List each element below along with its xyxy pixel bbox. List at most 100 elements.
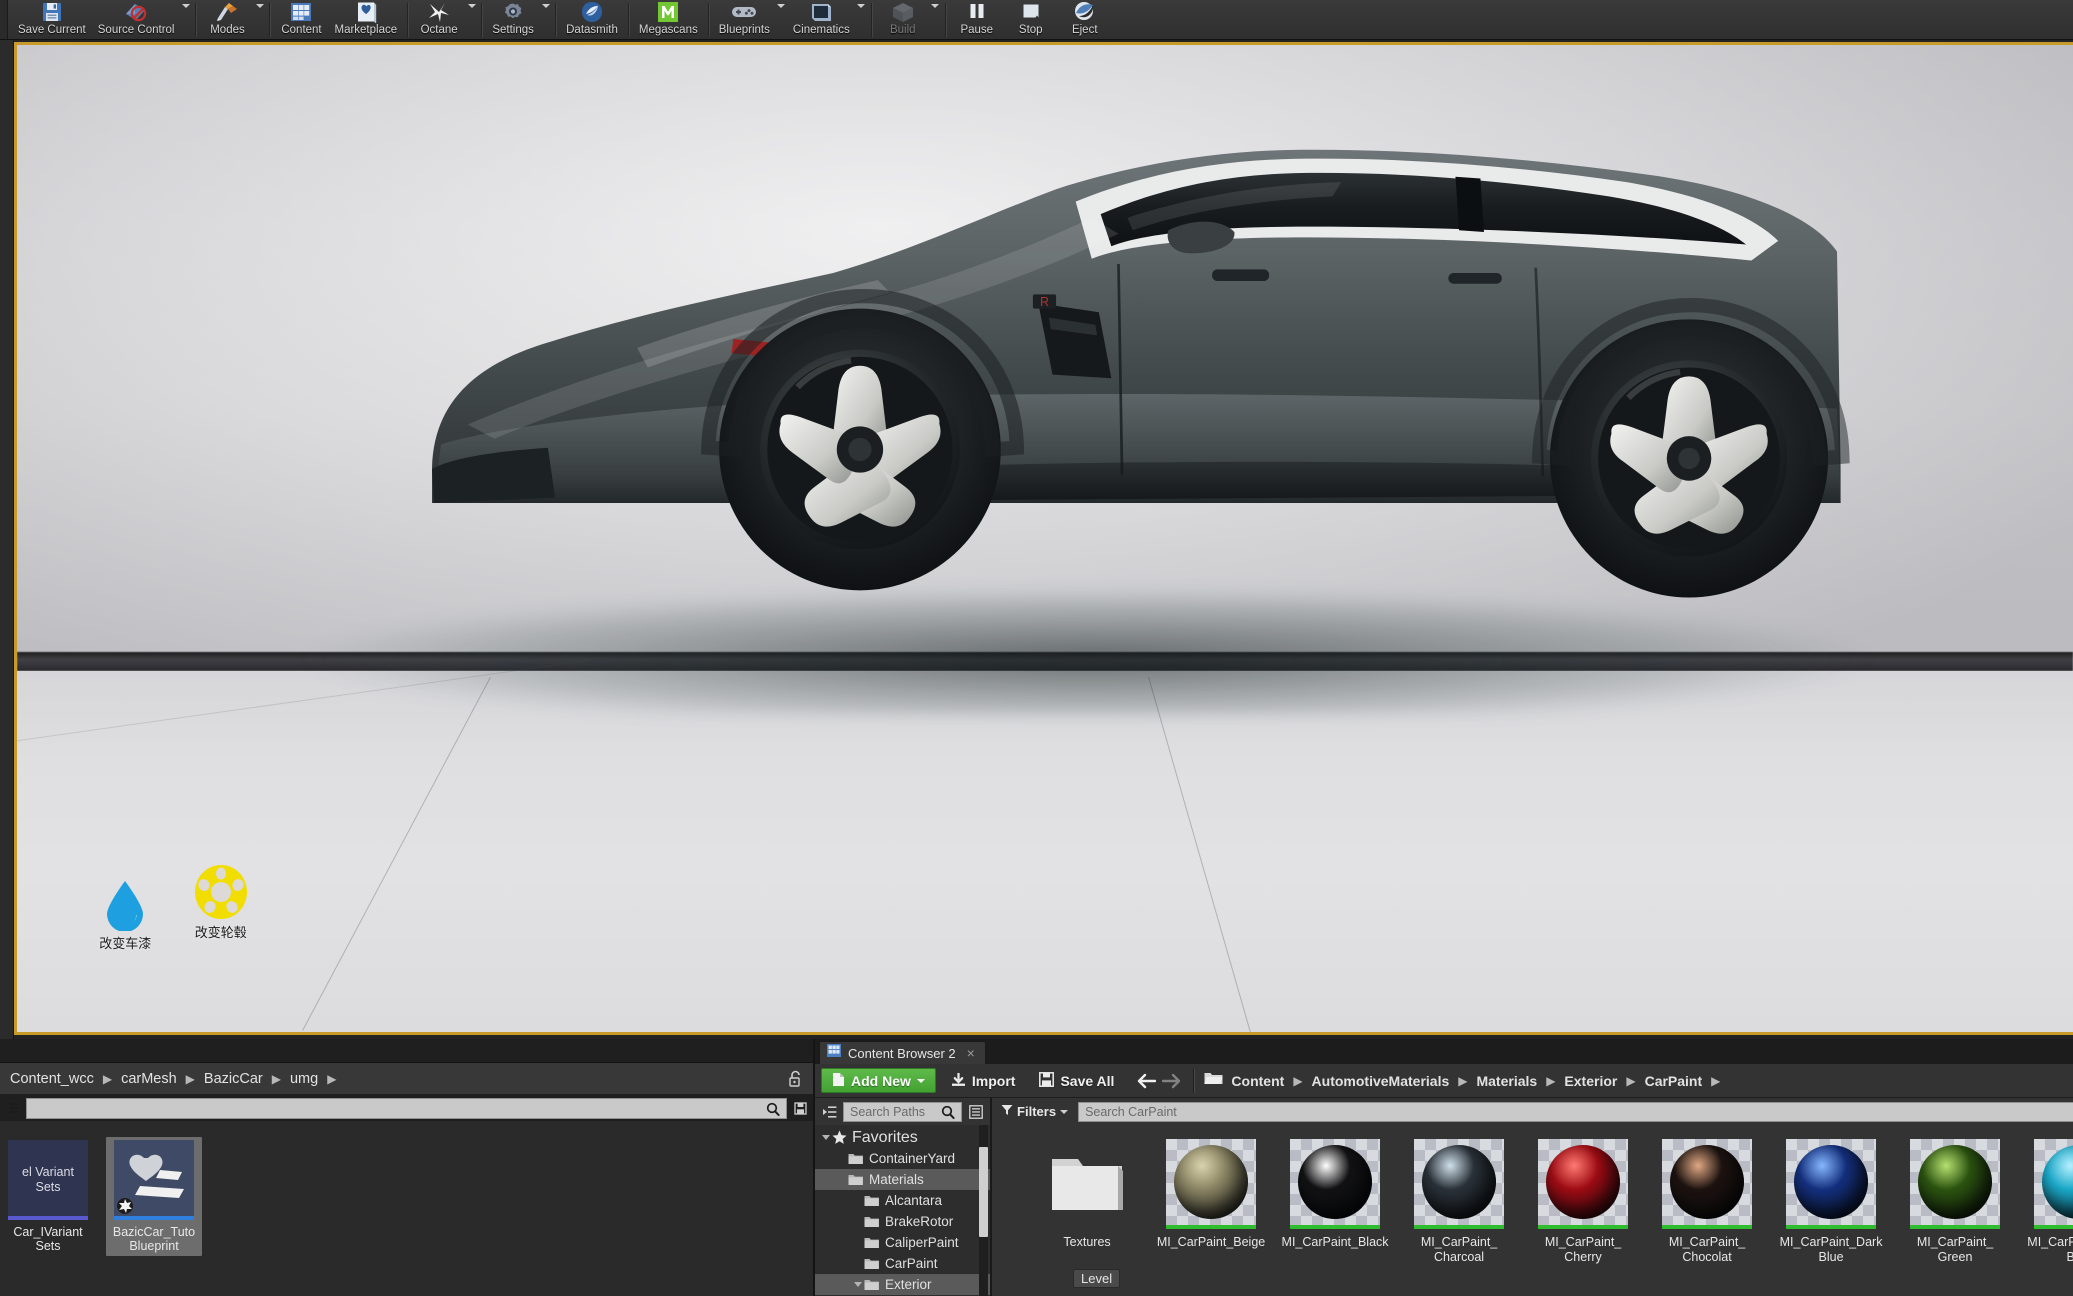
- toolbar-dropdown-octane[interactable]: [466, 0, 477, 38]
- material-tile[interactable]: MI_CarPaint_ Cherry: [1528, 1139, 1638, 1265]
- asset-search-input[interactable]: [1085, 1104, 2073, 1119]
- asset-type-bar: [8, 1216, 88, 1220]
- breadcrumb-item[interactable]: AutomotiveMaterials: [1312, 1073, 1450, 1089]
- breadcrumb-item[interactable]: Content: [1231, 1073, 1284, 1089]
- toolbar-button-stop[interactable]: Stop: [1004, 0, 1058, 38]
- toolbar-button-settings[interactable]: Settings: [486, 0, 540, 38]
- filters-button[interactable]: Filters: [997, 1102, 1072, 1121]
- sources-toggle-icon[interactable]: [3, 1098, 23, 1119]
- tree-item-favorites[interactable]: Favorites: [815, 1127, 990, 1148]
- material-thumbnail: [1910, 1139, 2001, 1229]
- breadcrumb-item[interactable]: BazicCar: [204, 1071, 263, 1087]
- toolbar-separator: [944, 3, 946, 37]
- toolbar-dropdown-build[interactable]: [930, 0, 941, 38]
- toolbar-dropdown-settings[interactable]: [540, 0, 551, 38]
- tree-item-containeryard[interactable]: ContainerYard: [815, 1148, 990, 1169]
- toolbar-button-marketplace[interactable]: Marketplace: [328, 0, 403, 38]
- import-button[interactable]: Import: [942, 1068, 1025, 1094]
- breadcrumb-item[interactable]: Materials: [1476, 1073, 1537, 1089]
- material-tile[interactable]: MI_CarPaint_ Charcoal: [1404, 1139, 1514, 1265]
- content-browser-2-breadcrumb: Content ▶ AutomotiveMaterials ▶ Materials ▶ Ex…: [1231, 1073, 1729, 1089]
- toolbar-button-save-current[interactable]: Save Current: [12, 0, 92, 38]
- tree-scrollbar-thumb-lower[interactable]: [979, 1181, 989, 1237]
- asset-type-bar: [1662, 1225, 1753, 1229]
- tree-item-label: BrakeRotor: [885, 1214, 954, 1229]
- toolbar-dropdown-modes[interactable]: [254, 0, 265, 38]
- tree-item-carpaint[interactable]: CarPaint: [815, 1253, 990, 1274]
- collapse-sources-icon[interactable]: [819, 1101, 839, 1122]
- eject-icon: [1073, 1, 1097, 23]
- tree-item-caliperpaint[interactable]: CaliperPaint: [815, 1232, 990, 1253]
- viewport-widget-change-wheel[interactable]: 改变轮毂: [194, 864, 248, 941]
- toolbar-dropdown-source-control[interactable]: [180, 0, 191, 38]
- toolbar-button-pause[interactable]: Pause: [950, 0, 1004, 38]
- toolbar-button-modes[interactable]: Modes: [200, 0, 254, 38]
- add-new-button[interactable]: Add New: [821, 1068, 936, 1093]
- content-browser-2: Content Browser 2 × Add New Import Save …: [815, 1039, 2073, 1296]
- toolbar-dropdown-blueprints[interactable]: [776, 0, 787, 38]
- toolbar-button-blueprints[interactable]: Blueprints: [713, 0, 776, 38]
- save-all-icon: [1039, 1071, 1055, 1090]
- folder-icon: [864, 1279, 879, 1291]
- material-tile[interactable]: MI_CarPaint_ Green: [1900, 1139, 2010, 1265]
- breadcrumb-item[interactable]: Content_wcc: [10, 1071, 94, 1087]
- pause-icon: [965, 1, 989, 23]
- toolbar-button-cinematics[interactable]: Cinematics: [787, 0, 856, 38]
- save-icon: [40, 1, 64, 23]
- viewport-widget-change-paint-label: 改变车漆: [99, 937, 152, 952]
- history-forward-button[interactable]: [1159, 1068, 1185, 1094]
- toolbar-button-source-control[interactable]: Source Control: [92, 0, 181, 38]
- paths-search-row: [815, 1098, 991, 1125]
- tree-item-exterior[interactable]: Exterior: [815, 1274, 991, 1295]
- save-all-button[interactable]: Save All: [1030, 1068, 1123, 1094]
- material-tile[interactable]: MI_CarPaint_Dark Blue: [1776, 1139, 1886, 1265]
- history-back-button[interactable]: [1133, 1068, 1159, 1094]
- toolbar-button-label: Modes: [210, 24, 245, 36]
- twisty[interactable]: [851, 1282, 864, 1287]
- toolbar-button-eject[interactable]: Eject: [1058, 0, 1112, 38]
- chevron-right-icon: ▶: [1711, 1073, 1721, 1088]
- breadcrumb-item[interactable]: carMesh: [121, 1071, 177, 1087]
- save-small-icon[interactable]: [790, 1098, 810, 1119]
- funnel-icon: [1001, 1104, 1013, 1119]
- breadcrumb-item[interactable]: umg: [290, 1071, 318, 1087]
- add-new-button-label: Add New: [851, 1072, 911, 1089]
- material-tile[interactable]: MI_CarPaint_Black: [1280, 1139, 1390, 1250]
- material-tile[interactable]: MI_CarPaint_Beige: [1156, 1139, 1266, 1250]
- viewport-widget-change-paint[interactable]: 改变车漆: [99, 879, 151, 952]
- asset-item[interactable]: el Variant Sets Car_IVariant Sets: [0, 1137, 96, 1256]
- folder-tile[interactable]: Textures: [1032, 1139, 1142, 1250]
- asset-search-box[interactable]: [1078, 1101, 2073, 1122]
- chevron-right-icon: ▶: [185, 1071, 195, 1086]
- paths-search-box[interactable]: [843, 1101, 963, 1122]
- marketplace-icon: [354, 1, 378, 23]
- toolbar-dropdown-cinematics[interactable]: [856, 0, 867, 38]
- modes-icon: [215, 1, 239, 23]
- breadcrumb-item[interactable]: CarPaint: [1645, 1073, 1703, 1089]
- play-in-editor-frame[interactable]: R 改变车漆 改变轮毂: [14, 42, 2073, 1035]
- content-browser-2-toolbar: Add New Import Save All Content ▶ Automo…: [815, 1064, 2073, 1098]
- material-tile[interactable]: MI_CarPaint_Light Blue: [2024, 1139, 2073, 1265]
- paths-search-input[interactable]: [850, 1104, 956, 1119]
- twisty[interactable]: [819, 1135, 832, 1140]
- close-icon[interactable]: ×: [967, 1045, 975, 1061]
- tree-item-materials[interactable]: Materials: [815, 1169, 991, 1190]
- content-browser-1-search-input[interactable]: [33, 1101, 780, 1115]
- tab-content-browser-2[interactable]: Content Browser 2 ×: [819, 1041, 986, 1064]
- toolbar-button-octane[interactable]: Octane: [412, 0, 466, 38]
- toolbar-button-label: Megascans: [638, 24, 698, 36]
- breadcrumb-item[interactable]: Exterior: [1564, 1073, 1617, 1089]
- sources-options-icon[interactable]: [966, 1101, 986, 1122]
- content-browser-1-search-box[interactable]: [26, 1097, 787, 1119]
- tree-item-alcantara[interactable]: Alcantara: [815, 1190, 990, 1211]
- toolbar-button-datasmith[interactable]: Datasmith: [560, 0, 624, 38]
- lock-open-icon[interactable]: [788, 1070, 803, 1093]
- toolbar-button-content[interactable]: Content: [274, 0, 328, 38]
- level-viewport[interactable]: R 改变车漆 改变轮毂: [0, 40, 2073, 1039]
- tree-scrollbar-thumb[interactable]: [979, 1147, 989, 1183]
- tree-item-brakerotor[interactable]: BrakeRotor: [815, 1211, 990, 1232]
- level-filter-chip[interactable]: Level: [1073, 1269, 1121, 1288]
- asset-item[interactable]: BazicCar_Tuto Blueprint: [106, 1137, 202, 1256]
- toolbar-button-megascans[interactable]: Megascans: [633, 0, 704, 38]
- material-tile[interactable]: MI_CarPaint_ Chocolat: [1652, 1139, 1762, 1265]
